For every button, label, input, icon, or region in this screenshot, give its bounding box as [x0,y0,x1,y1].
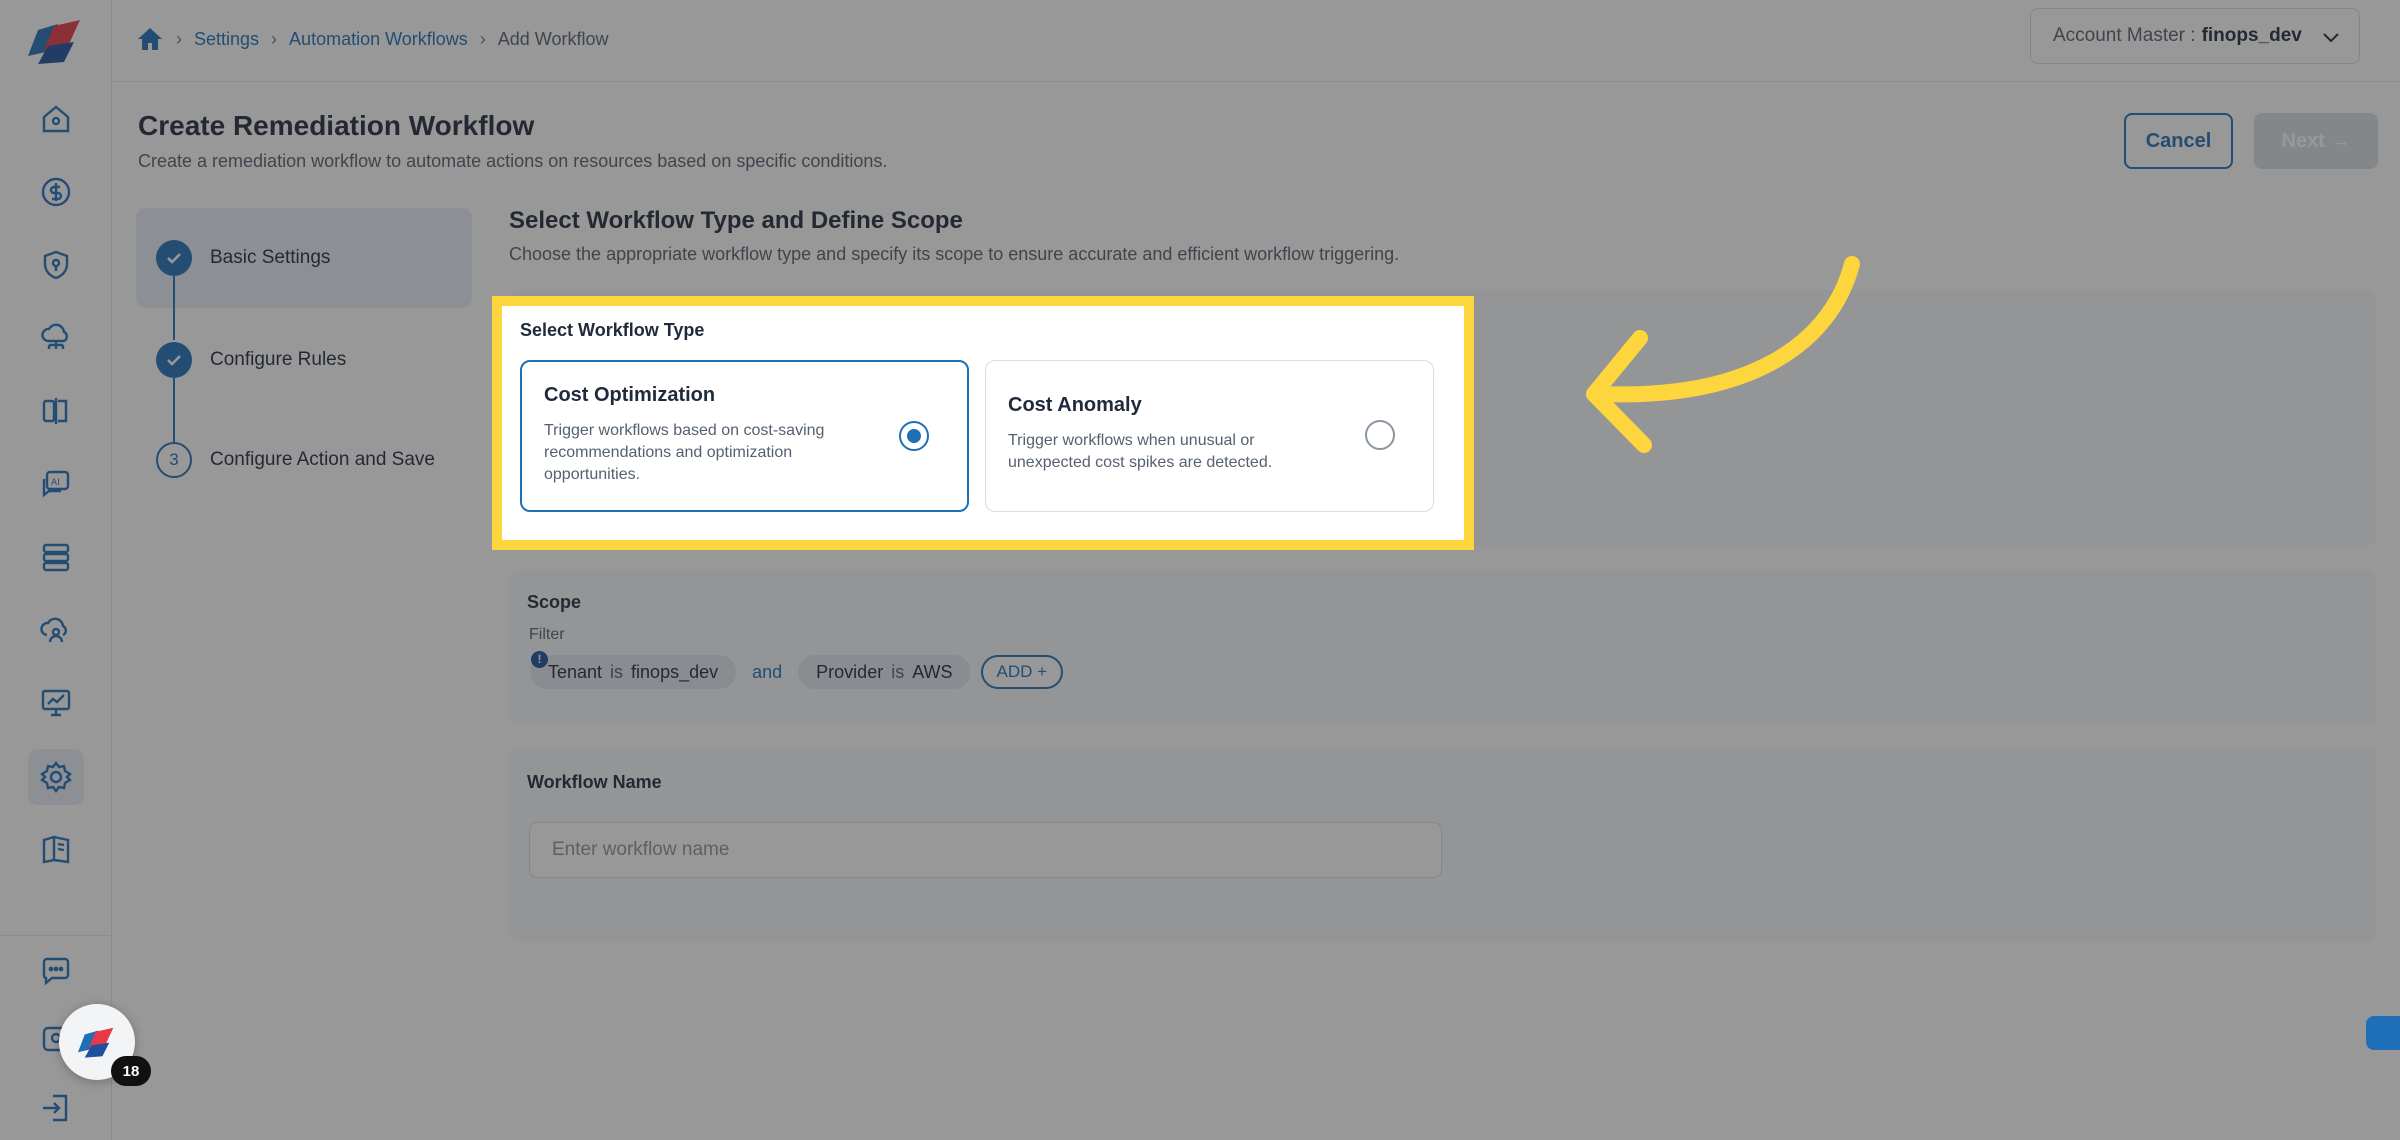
option-title: Cost Optimization [544,384,716,406]
notification-badge: 18 [111,1056,151,1086]
option-cost-optimization[interactable]: Cost Optimization Trigger workflows base… [520,360,969,512]
workflow-type-label: Select Workflow Type [520,320,705,340]
app-logo [77,1027,114,1058]
radio-selected[interactable] [899,421,929,451]
pointer-arrow-icon [1586,256,1860,453]
dim-overlay [0,550,2400,1140]
chat-icon[interactable] [2366,1016,2400,1050]
highlight-box: Select Workflow Type Cost Optimization T… [492,296,1474,550]
dim-overlay [0,296,492,550]
option-title: Cost Anomaly [1008,394,1142,416]
option-cost-anomaly[interactable]: Cost Anomaly Trigger workflows when unus… [985,360,1434,512]
dim-overlay [0,0,2400,296]
option-description: Trigger workflows based on cost-saving r… [544,422,825,483]
option-description: Trigger workflows when unusual or unexpe… [1008,432,1273,471]
radio-unselected[interactable] [1365,420,1395,450]
